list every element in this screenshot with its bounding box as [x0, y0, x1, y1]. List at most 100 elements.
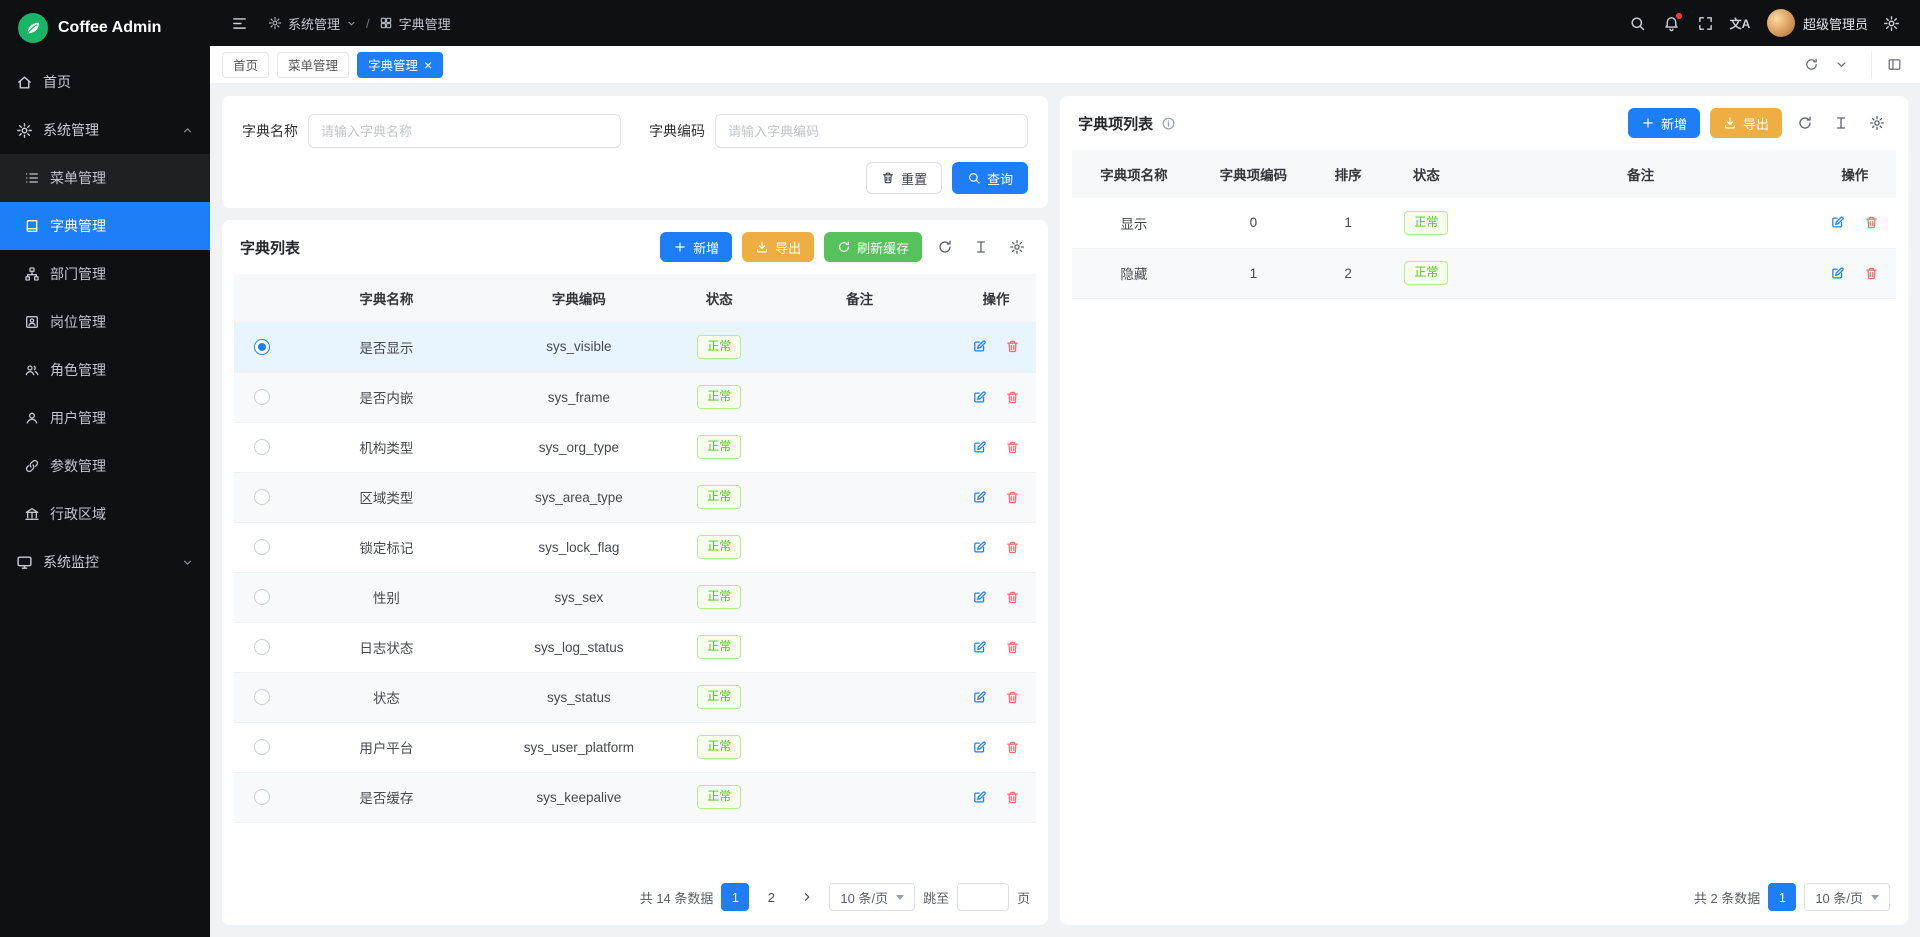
- delete-icon[interactable]: [1863, 214, 1881, 232]
- table-row[interactable]: 显示 0 1 正常: [1072, 198, 1896, 248]
- table-row[interactable]: 日志状态 sys_log_status 正常: [234, 622, 1036, 672]
- edit-icon[interactable]: [1829, 214, 1847, 232]
- table-row[interactable]: 是否显示 sys_visible 正常: [234, 322, 1036, 372]
- delete-icon[interactable]: [1004, 588, 1022, 606]
- edit-icon[interactable]: [970, 338, 988, 356]
- translate-icon[interactable]: 文A: [1725, 8, 1755, 38]
- edit-icon[interactable]: [970, 388, 988, 406]
- row-radio[interactable]: [254, 389, 270, 405]
- page-size-select[interactable]: 10 条/页: [1804, 883, 1890, 911]
- row-radio[interactable]: [254, 339, 270, 355]
- row-radio[interactable]: [254, 439, 270, 455]
- edit-icon[interactable]: [970, 588, 988, 606]
- row-radio[interactable]: [254, 489, 270, 505]
- layout-icon[interactable]: [1880, 51, 1908, 79]
- row-radio[interactable]: [254, 689, 270, 705]
- delete-icon[interactable]: [1004, 738, 1022, 756]
- add-button[interactable]: 新增: [660, 232, 732, 262]
- remark-cell: [763, 722, 956, 772]
- row-radio[interactable]: [254, 589, 270, 605]
- search-icon[interactable]: [1623, 8, 1653, 38]
- dict-code-field: 字典编码: [649, 114, 1028, 148]
- refresh-icon[interactable]: [1797, 51, 1825, 79]
- edit-icon[interactable]: [970, 738, 988, 756]
- page-size-value: 10 条/页: [1815, 888, 1863, 907]
- edit-icon[interactable]: [970, 788, 988, 806]
- sidebar-subitem[interactable]: 字典管理: [0, 202, 210, 250]
- table-settings-gear-icon[interactable]: [1004, 234, 1030, 260]
- sidebar-subitem[interactable]: 菜单管理: [0, 154, 210, 202]
- delete-icon[interactable]: [1004, 388, 1022, 406]
- table-row[interactable]: 隐藏 1 2 正常: [1072, 248, 1896, 298]
- next-page-button[interactable]: [793, 883, 821, 911]
- edit-icon[interactable]: [970, 438, 988, 456]
- edit-icon[interactable]: [970, 488, 988, 506]
- edit-icon[interactable]: [970, 688, 988, 706]
- table-row[interactable]: 锁定标记 sys_lock_flag 正常: [234, 522, 1036, 572]
- plus-icon: [1641, 116, 1655, 130]
- table-row[interactable]: 是否缓存 sys_keepalive 正常: [234, 772, 1036, 822]
- page-size-select[interactable]: 10 条/页: [829, 883, 915, 911]
- reset-button[interactable]: 重置: [866, 162, 942, 194]
- sidebar-subitem[interactable]: 角色管理: [0, 346, 210, 394]
- fullscreen-icon[interactable]: [1691, 8, 1721, 38]
- table-row[interactable]: 用户平台 sys_user_platform 正常: [234, 722, 1036, 772]
- delete-icon[interactable]: [1863, 264, 1881, 282]
- tab[interactable]: 菜单管理 ×: [277, 52, 349, 78]
- edit-icon[interactable]: [970, 538, 988, 556]
- sidebar-item-home[interactable]: 首页: [0, 58, 210, 106]
- refresh-cache-button[interactable]: 刷新缓存: [824, 232, 922, 262]
- delete-icon[interactable]: [1004, 338, 1022, 356]
- app-logo[interactable]: Coffee Admin: [0, 0, 210, 56]
- table-row[interactable]: 性别 sys_sex 正常: [234, 572, 1036, 622]
- sidebar-subitem[interactable]: 用户管理: [0, 394, 210, 442]
- delete-icon[interactable]: [1004, 638, 1022, 656]
- caret-down-icon: [896, 895, 904, 900]
- add-button[interactable]: 新增: [1628, 108, 1700, 138]
- column-settings-icon[interactable]: [1828, 110, 1854, 136]
- column-settings-icon[interactable]: [968, 234, 994, 260]
- jump-page-input[interactable]: [957, 883, 1009, 911]
- row-radio[interactable]: [254, 739, 270, 755]
- table-row[interactable]: 机构类型 sys_org_type 正常: [234, 422, 1036, 472]
- page-2-button[interactable]: 2: [757, 883, 785, 911]
- table-row[interactable]: 区域类型 sys_area_type 正常: [234, 472, 1036, 522]
- export-button[interactable]: 导出: [1710, 108, 1782, 138]
- delete-icon[interactable]: [1004, 438, 1022, 456]
- notification-bell-icon[interactable]: [1657, 8, 1687, 38]
- tab-actions-chevron-icon[interactable]: [1827, 51, 1855, 79]
- breadcrumb-root[interactable]: 系统管理: [288, 14, 340, 33]
- table-row[interactable]: 是否内嵌 sys_frame 正常: [234, 372, 1036, 422]
- tab-close-icon[interactable]: ×: [424, 58, 432, 72]
- collapse-menu-icon[interactable]: [224, 8, 254, 38]
- dict-code-input[interactable]: [715, 114, 1028, 148]
- sidebar-subitem[interactable]: 岗位管理: [0, 298, 210, 346]
- query-button[interactable]: 查询: [952, 162, 1028, 194]
- row-radio[interactable]: [254, 789, 270, 805]
- refresh-icon[interactable]: [932, 234, 958, 260]
- tab[interactable]: 字典管理 ×: [357, 52, 443, 78]
- delete-icon[interactable]: [1004, 538, 1022, 556]
- export-button[interactable]: 导出: [742, 232, 814, 262]
- edit-icon[interactable]: [1829, 264, 1847, 282]
- edit-icon[interactable]: [970, 638, 988, 656]
- row-radio[interactable]: [254, 539, 270, 555]
- refresh-icon[interactable]: [1792, 110, 1818, 136]
- page-1-button[interactable]: 1: [1768, 883, 1796, 911]
- dict-name-input[interactable]: [308, 114, 621, 148]
- delete-icon[interactable]: [1004, 488, 1022, 506]
- table-settings-gear-icon[interactable]: [1864, 110, 1890, 136]
- sidebar-group-monitor[interactable]: 系统监控: [0, 538, 210, 586]
- settings-gear-icon[interactable]: [1876, 8, 1906, 38]
- page-1-button[interactable]: 1: [721, 883, 749, 911]
- delete-icon[interactable]: [1004, 788, 1022, 806]
- avatar[interactable]: [1767, 9, 1795, 37]
- delete-icon[interactable]: [1004, 688, 1022, 706]
- sidebar-group-system[interactable]: 系统管理: [0, 106, 210, 154]
- tab[interactable]: 首页 ×: [222, 52, 269, 78]
- sidebar-subitem[interactable]: 部门管理: [0, 250, 210, 298]
- row-radio[interactable]: [254, 639, 270, 655]
- sidebar-subitem[interactable]: 行政区域: [0, 490, 210, 538]
- table-row[interactable]: 状态 sys_status 正常: [234, 672, 1036, 722]
- sidebar-subitem[interactable]: 参数管理: [0, 442, 210, 490]
